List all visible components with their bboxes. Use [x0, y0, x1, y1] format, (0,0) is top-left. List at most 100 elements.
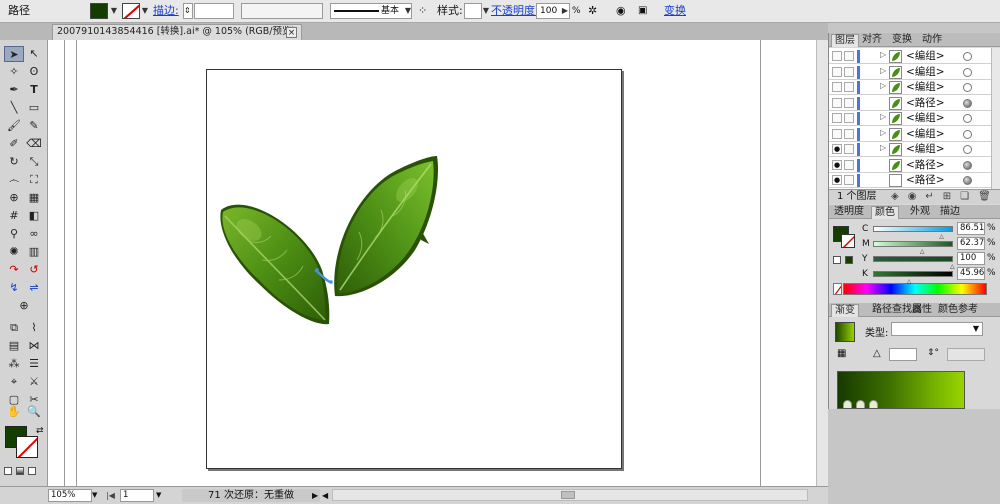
tab-transform[interactable]: 变换 [889, 34, 915, 47]
tab-align[interactable]: 对齐 [859, 34, 885, 47]
lock-toggle[interactable] [844, 128, 854, 139]
lock-toggle[interactable] [844, 82, 854, 92]
tab-layers[interactable]: 图层 [831, 34, 859, 47]
visibility-toggle[interactable] [832, 82, 842, 92]
variable-width-profile[interactable] [241, 3, 323, 19]
zoom-dropdown-arrow[interactable]: ▼ [92, 489, 97, 502]
rectangle-tool-icon[interactable]: ▭ [24, 100, 44, 116]
channel-value-field[interactable]: 100 [957, 252, 985, 265]
transform-panel-link[interactable]: 变换 [664, 3, 686, 19]
gradient-preview[interactable] [837, 371, 965, 409]
canvas-vertical-scrollbar[interactable] [816, 40, 828, 486]
gradient-stop[interactable] [855, 400, 865, 408]
artboard-dropdown-arrow[interactable]: ▼ [156, 489, 161, 502]
eraser-tool-icon[interactable]: ⌫ [24, 136, 44, 152]
stroke-dropdown-arrow[interactable]: ▼ [140, 3, 150, 19]
first-artboard-icon[interactable]: |◀ [106, 489, 115, 502]
layer-row[interactable]: <路径> [829, 96, 991, 111]
layers-footer-buttons[interactable]: ◈◉↵⊞❏🗑 [891, 190, 1000, 204]
paintbrush-tool-icon[interactable]: 🖌 [4, 118, 24, 134]
stroke-color-swatch[interactable] [122, 3, 140, 19]
canvas-area[interactable] [48, 40, 828, 486]
target-icon[interactable] [963, 67, 972, 77]
scroll-left-arrow[interactable]: ◀ [322, 489, 328, 502]
layer-row[interactable]: ▷ <编组> [829, 127, 991, 142]
zoom-level-field[interactable]: 105% [48, 489, 92, 502]
opacity-dropdown-arrow[interactable]: ▶ [560, 3, 570, 19]
channel-slider[interactable] [873, 271, 953, 277]
arrange-icon[interactable]: ⁘ [418, 3, 430, 19]
document-tab[interactable]: 2007910143854416 [转换].ai* @ 105% (RGB/预览… [52, 24, 302, 40]
gradient-swatch[interactable] [835, 322, 855, 342]
warp-tool-icon[interactable]: ෴ [4, 172, 24, 188]
target-icon[interactable] [963, 176, 972, 185]
lock-toggle[interactable] [844, 113, 854, 123]
spectrum-none-swatch[interactable] [833, 283, 842, 295]
width-tool-icon[interactable]: ⋈ [24, 338, 44, 354]
target-icon[interactable] [963, 145, 972, 154]
visibility-toggle[interactable] [832, 97, 842, 108]
type-tool-icon[interactable]: T [24, 82, 44, 98]
mesh-tool-icon[interactable]: # [4, 208, 24, 224]
tab-attributes[interactable]: 属性 [909, 304, 935, 317]
lasso-tool-icon[interactable]: ʘ [24, 64, 44, 80]
stroke-weight-field[interactable] [194, 3, 234, 19]
fill-color-swatch[interactable] [90, 3, 108, 19]
tab-stroke[interactable]: 描边 [937, 206, 963, 219]
stroke-weight-stepper[interactable]: ⇕ [183, 3, 193, 19]
lock-toggle[interactable] [844, 144, 854, 154]
direct-selection-tool-icon[interactable]: ↖ [24, 46, 44, 62]
column-graph-tool-icon[interactable]: ▥ [24, 244, 44, 260]
close-tab-icon[interactable]: × [286, 27, 297, 38]
measure-tool-icon[interactable]: ⌖ [4, 374, 24, 390]
color-mode-icon[interactable] [4, 467, 12, 475]
bar-graph-icon[interactable]: ☰ [24, 356, 44, 372]
layer-row[interactable]: ▷ <编组> [829, 80, 991, 95]
target-icon[interactable] [963, 160, 972, 170]
artboard-tool-icon[interactable]: ⧉ [4, 320, 24, 336]
layer-row[interactable]: ▷ <编组> [829, 65, 991, 80]
blob-brush-tool-icon[interactable]: ✐ [4, 136, 24, 152]
scatter-graph-icon[interactable]: ⁂ [4, 356, 24, 372]
gradient-stop[interactable] [868, 400, 878, 408]
slice-tool-icon[interactable]: ⌇ [24, 320, 44, 336]
slider-thumb[interactable]: △ [907, 278, 912, 285]
pen-tool-icon[interactable]: ✒ [4, 82, 24, 98]
line-tool-icon[interactable]: ╲ [4, 100, 24, 116]
tab-transparency[interactable]: 透明度 [831, 206, 867, 219]
expand-arrow-icon[interactable]: ▷ [880, 143, 886, 152]
leaf-artwork[interactable] [207, 70, 623, 470]
rotate-tool-icon[interactable]: ↻ [4, 154, 24, 170]
none-color-icon[interactable] [833, 256, 841, 264]
opacity-panel-link[interactable]: 不透明度: [491, 3, 539, 19]
graphic-style-swatch[interactable] [464, 3, 482, 19]
target-icon[interactable] [963, 129, 972, 139]
expand-arrow-icon[interactable]: ▷ [880, 66, 886, 75]
channel-slider[interactable] [873, 241, 953, 247]
selection-tool-icon[interactable]: ➤ [4, 46, 24, 62]
recolor-artwork-icon[interactable]: ✲ [588, 3, 606, 19]
lock-toggle[interactable] [844, 175, 854, 185]
tab-appearance[interactable]: 外观 [907, 206, 933, 219]
gradient-tool-icon[interactable]: ◧ [24, 208, 44, 224]
hand-tool-icon[interactable]: ✋ [4, 404, 24, 420]
expand-arrow-icon[interactable]: ▷ [880, 128, 886, 137]
swap-colors-icon[interactable]: ⇄ [36, 426, 44, 436]
gradient-angle-field[interactable] [889, 348, 917, 361]
fill-dropdown-arrow[interactable]: ▼ [109, 3, 119, 19]
none-mode-icon[interactable] [28, 467, 36, 475]
canvas-horizontal-scrollbar[interactable] [332, 489, 808, 501]
color-stroke-swatch[interactable] [841, 234, 855, 248]
tab-gradient[interactable]: 渐变 [831, 304, 859, 317]
visibility-toggle[interactable] [832, 51, 842, 61]
tab-color-guide[interactable]: 颜色参考 [935, 304, 981, 317]
artboard[interactable] [206, 69, 622, 469]
toolbar-stroke-swatch[interactable] [16, 436, 38, 458]
aspect-ratio-field[interactable] [947, 348, 985, 361]
eye-icon[interactable]: ● [832, 144, 842, 154]
channel-value-field[interactable]: 62.37 [957, 237, 985, 250]
eyedropper-tool-icon[interactable]: ⚲ [4, 226, 24, 242]
zoom-tool-icon[interactable]: 🔍 [24, 404, 44, 420]
lock-toggle[interactable] [844, 51, 854, 61]
expand-arrow-icon[interactable]: ▷ [880, 50, 886, 59]
